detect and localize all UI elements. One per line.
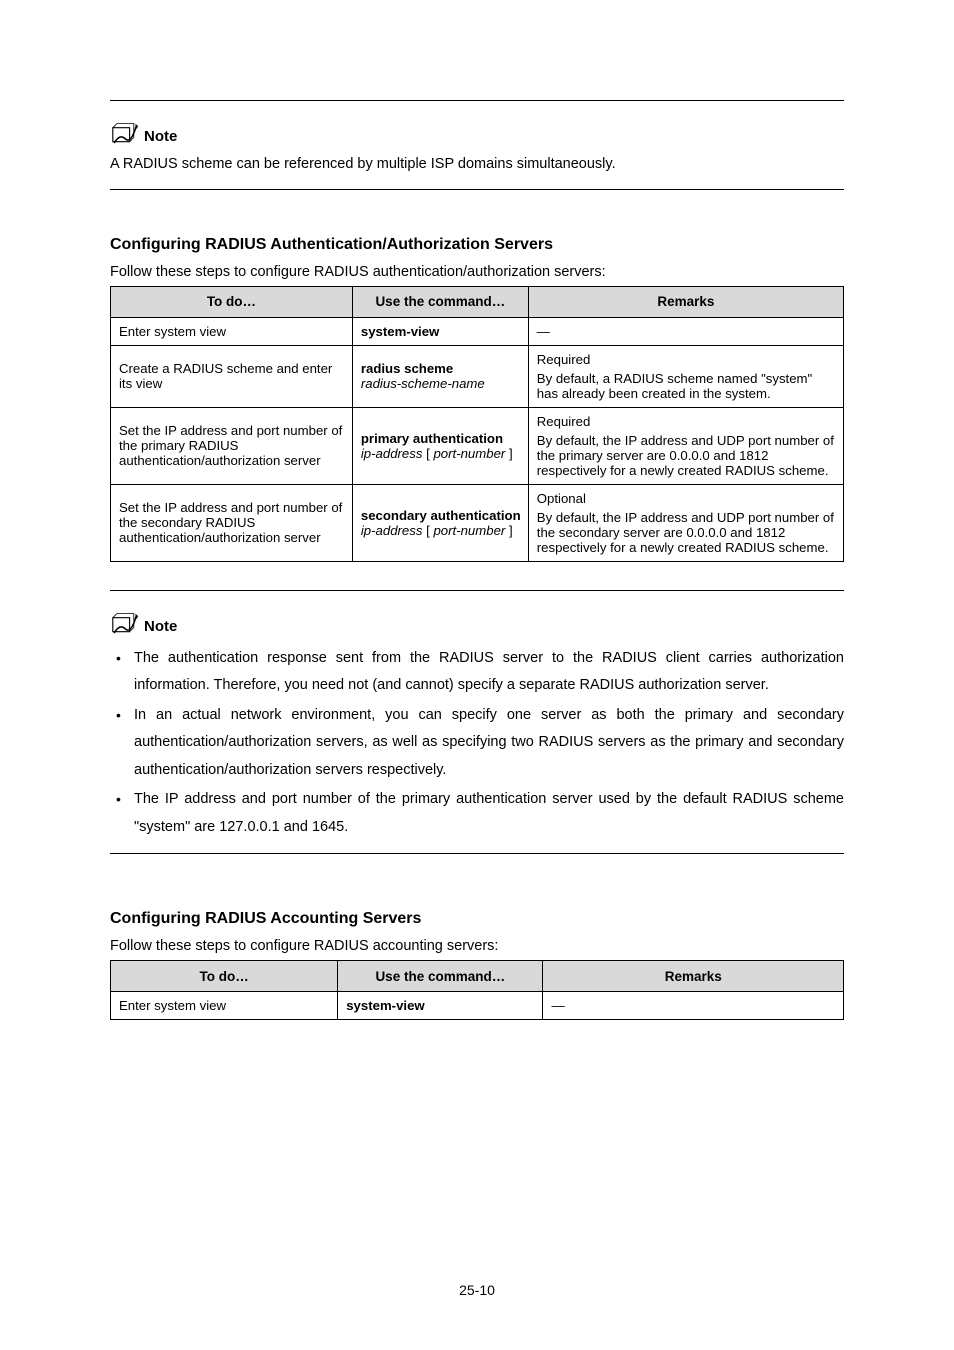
divider	[110, 189, 844, 190]
table-row: Create a RADIUS scheme and enter its vie…	[111, 345, 844, 407]
list-item: The authentication response sent from th…	[134, 645, 844, 700]
cmd-italic: port-number	[433, 446, 505, 461]
cell-rem: Optional By default, the IP address and …	[528, 484, 843, 561]
config-table-acct: To do… Use the command… Remarks Enter sy…	[110, 960, 844, 1020]
cell-cmd: secondary authentication ip-address [ po…	[352, 484, 528, 561]
cell-rem: Required By default, a RADIUS scheme nam…	[528, 345, 843, 407]
table-row: Enter system view system-view —	[111, 992, 844, 1020]
note-icon	[110, 123, 138, 145]
cell-to: Set the IP address and port number of th…	[111, 484, 353, 561]
note-label: Note	[144, 128, 177, 145]
cmd-bold: secondary authentication	[361, 508, 521, 523]
note-header: Note	[110, 613, 844, 635]
table-row: Enter system view system-view —	[111, 317, 844, 345]
cell-cmd: radius scheme radius-scheme-name	[352, 345, 528, 407]
note-header: Note	[110, 123, 844, 145]
rem-line: Required	[537, 414, 835, 429]
cell-to: Enter system view	[111, 992, 338, 1020]
divider	[110, 100, 844, 101]
note-label: Note	[144, 618, 177, 635]
cmd-bold: radius scheme	[361, 361, 453, 376]
th-rem: Remarks	[528, 286, 843, 317]
cell-cmd: primary authentication ip-address [ port…	[352, 407, 528, 484]
cell-to: Enter system view	[111, 317, 353, 345]
cell-rem: —	[543, 992, 844, 1020]
bracket-close: ]	[509, 523, 513, 538]
th-use: Use the command…	[352, 286, 528, 317]
th-use: Use the command…	[338, 961, 543, 992]
cell-cmd: system-view	[352, 317, 528, 345]
section-heading: Configuring RADIUS Accounting Servers	[110, 910, 844, 928]
section-intro: Follow these steps to configure RADIUS a…	[110, 264, 844, 280]
cmd-italic: ip-address	[361, 523, 423, 538]
rem-line: By default, the IP address and UDP port …	[537, 433, 835, 478]
note-text: A RADIUS scheme can be referenced by mul…	[110, 155, 844, 175]
rem-line: By default, a RADIUS scheme named "syste…	[537, 371, 835, 401]
note-icon	[110, 613, 138, 635]
rem-line: By default, the IP address and UDP port …	[537, 510, 835, 555]
section-intro: Follow these steps to configure RADIUS a…	[110, 938, 844, 954]
divider	[110, 853, 844, 854]
cell-to: Set the IP address and port number of th…	[111, 407, 353, 484]
section-heading: Configuring RADIUS Authentication/Author…	[110, 236, 844, 254]
cell-to: Create a RADIUS scheme and enter its vie…	[111, 345, 353, 407]
config-table-auth: To do… Use the command… Remarks Enter sy…	[110, 286, 844, 562]
note-bullet-list: The authentication response sent from th…	[110, 645, 844, 842]
cell-cmd: system-view	[338, 992, 543, 1020]
rem-line: Optional	[537, 491, 835, 506]
table-row: Set the IP address and port number of th…	[111, 484, 844, 561]
bracket-open: [	[426, 523, 430, 538]
th-rem: Remarks	[543, 961, 844, 992]
th-to: To do…	[111, 286, 353, 317]
cmd-bold: system-view	[361, 324, 439, 339]
cell-rem: Required By default, the IP address and …	[528, 407, 843, 484]
page: Note A RADIUS scheme can be referenced b…	[0, 0, 954, 1350]
table-header-row: To do… Use the command… Remarks	[111, 286, 844, 317]
bracket-close: ]	[509, 446, 513, 461]
cmd-italic: ip-address	[361, 446, 423, 461]
cmd-bold: primary authentication	[361, 431, 503, 446]
table-row: Set the IP address and port number of th…	[111, 407, 844, 484]
bracket-open: [	[426, 446, 430, 461]
list-item: In an actual network environment, you ca…	[134, 702, 844, 785]
divider	[110, 590, 844, 591]
list-item: The IP address and port number of the pr…	[134, 786, 844, 841]
th-to: To do…	[111, 961, 338, 992]
page-number: 25-10	[0, 1282, 954, 1298]
rem-line: Required	[537, 352, 835, 367]
table-header-row: To do… Use the command… Remarks	[111, 961, 844, 992]
cmd-italic: radius-scheme-name	[361, 376, 485, 391]
cell-rem: —	[528, 317, 843, 345]
cmd-italic: port-number	[433, 523, 505, 538]
cmd-bold: system-view	[346, 998, 424, 1013]
